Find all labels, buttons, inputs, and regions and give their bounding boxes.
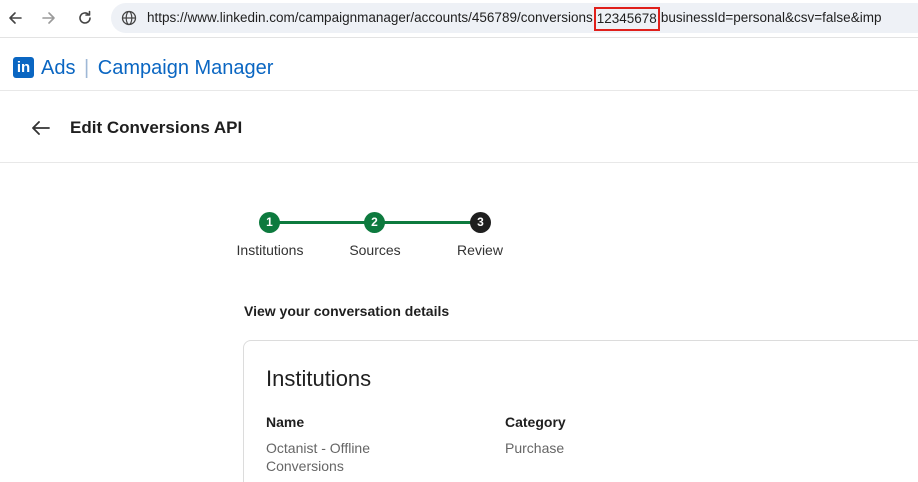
name-value: Octanist - Offline Conversions (266, 440, 371, 474)
forward-arrow-icon[interactable] (36, 5, 62, 31)
category-value: Purchase (505, 440, 565, 456)
globe-icon (121, 10, 137, 26)
brand-separator: | (84, 57, 90, 79)
step-3-indicator[interactable]: 3 (470, 212, 491, 233)
step-3-label[interactable]: Review (430, 242, 530, 258)
back-arrow-icon[interactable] (2, 5, 28, 31)
back-button[interactable] (29, 116, 53, 140)
browser-toolbar: https://www.linkedin.com/campaignmanager… (0, 0, 918, 38)
url-prefix: https://www.linkedin.com/campaignmanager… (147, 10, 593, 25)
step-connector-1 (269, 221, 375, 224)
reload-icon[interactable] (72, 5, 98, 31)
left-arrow-icon (32, 121, 50, 135)
section-heading: View your conversation details (244, 303, 450, 319)
brand-product: Ads (41, 57, 76, 79)
url-highlighted-id: 12345678 (593, 7, 660, 31)
step-2-label[interactable]: Sources (325, 242, 425, 258)
card-title: Institutions (266, 366, 372, 391)
name-label: Name (266, 414, 305, 430)
url-text[interactable]: https://www.linkedin.com/campaignmanager… (147, 7, 882, 31)
brand-app-name: Campaign Manager (97, 57, 274, 79)
step-connector-2 (375, 221, 481, 224)
step-1-indicator[interactable]: 1 (259, 212, 280, 233)
step-2-indicator[interactable]: 2 (364, 212, 385, 233)
url-suffix: businessId=personal&csv=false&imp (660, 10, 882, 25)
app-header: in Ads | Campaign Manager (0, 39, 918, 91)
page-header: Edit Conversions API (0, 92, 918, 163)
page-title: Edit Conversions API (70, 118, 243, 137)
step-1-label[interactable]: Institutions (220, 242, 320, 258)
address-bar[interactable]: https://www.linkedin.com/campaignmanager… (111, 3, 918, 33)
institutions-card: Institutions Name Octanist - Offline Con… (243, 340, 918, 482)
category-label: Category (505, 414, 566, 430)
linkedin-logo-icon[interactable]: in (13, 57, 34, 78)
brand-title[interactable]: Ads | Campaign Manager (41, 56, 273, 80)
